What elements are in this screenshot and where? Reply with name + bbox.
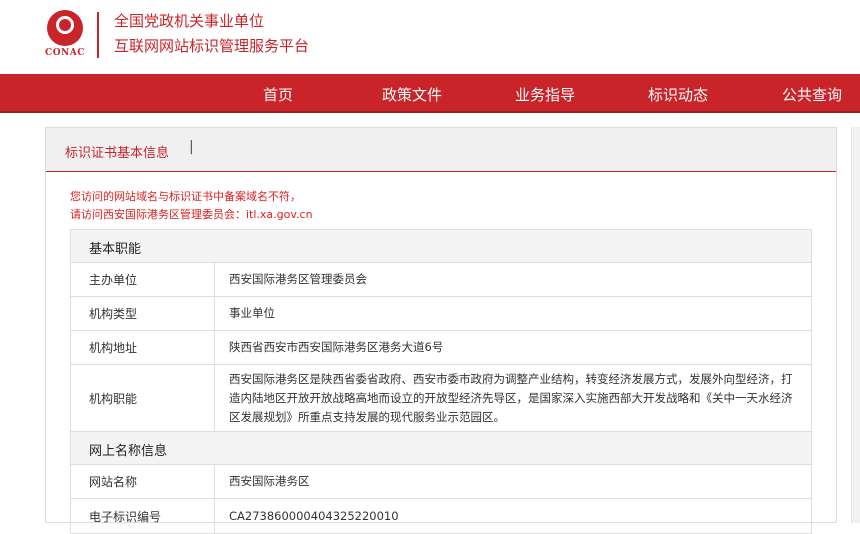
table-row: 机构类型 事业单位: [71, 297, 811, 331]
emblem-inner-ring: [56, 16, 74, 34]
table-row: 电子标识编号 CA273860000404325220010: [71, 499, 811, 533]
logo-text: CONAC: [45, 48, 85, 58]
table-row: 主办单位 西安国际港务区管理委员会: [71, 263, 811, 297]
row-label: 主办单位: [71, 263, 215, 296]
row-value: CA273860000404325220010: [229, 508, 399, 523]
row-label: 机构地址: [71, 331, 215, 364]
nav-policy-documents[interactable]: 政策文件: [382, 84, 442, 105]
section-header-basic: 基本职能: [71, 230, 811, 263]
row-label: 电子标识编号: [71, 499, 215, 533]
site-header: CONAC 全国党政机关事业单位 互联网网站标识管理服务平台: [0, 0, 860, 74]
header-divider: [97, 12, 99, 58]
row-value: 事业单位: [229, 306, 275, 320]
row-value: 西安国际港务区是陕西省委省政府、西安市委市政府为调整产业结构，转变经济发展方式，…: [229, 371, 793, 424]
row-value: 西安国际港务区: [229, 474, 310, 488]
conac-logo[interactable]: CONAC: [44, 10, 86, 60]
nav-public-query[interactable]: 公共查询: [782, 84, 842, 105]
panel-title[interactable]: 标识证书基本信息: [65, 142, 169, 161]
section-title: 基本职能: [89, 242, 142, 257]
row-label: 网站名称: [71, 465, 215, 498]
main-nav: 首页 政策文件 业务指导 标识动态 公共查询: [0, 74, 860, 113]
conac-emblem-icon: [47, 10, 83, 46]
correct-domain-hint: 请访问西安国际港务区管理委员会：itl.xa.gov.cn: [70, 208, 313, 221]
side-panel-edge: [851, 127, 860, 523]
section-header-online: 网上名称信息: [71, 432, 811, 465]
row-label: 机构类型: [71, 297, 215, 330]
nav-home[interactable]: 首页: [263, 84, 293, 105]
row-label: 机构职能: [71, 365, 215, 431]
table-row: 机构地址 陕西省西安市西安国际港务区港务大道6号: [71, 331, 811, 365]
site-title-line1: 全国党政机关事业单位: [114, 12, 265, 30]
table-row: 机构职能 西安国际港务区是陕西省委省政府、西安市委市政府为调整产业结构，转变经济…: [71, 365, 811, 432]
domain-mismatch-warning: 您访问的网站域名与标识证书中备案域名不符，: [70, 190, 301, 203]
nav-identification-news[interactable]: 标识动态: [648, 84, 708, 105]
certificate-info-table: 基本职能 主办单位 西安国际港务区管理委员会 机构类型 事业单位 机构地址 陕西…: [70, 229, 812, 534]
panel-separator: |: [189, 139, 194, 155]
section-title: 网上名称信息: [89, 444, 168, 459]
row-value: 陕西省西安市西安国际港务区港务大道6号: [229, 340, 444, 354]
row-value: 西安国际港务区管理委员会: [229, 272, 367, 286]
certificate-panel: 标识证书基本信息 | 您访问的网站域名与标识证书中备案域名不符， 请访问西安国际…: [45, 127, 837, 534]
panel-header: 标识证书基本信息 |: [46, 128, 836, 172]
site-title-line2: 互联网网站标识管理服务平台: [114, 37, 310, 55]
nav-business-guidance[interactable]: 业务指导: [515, 84, 575, 105]
table-row: 网站名称 西安国际港务区: [71, 465, 811, 499]
